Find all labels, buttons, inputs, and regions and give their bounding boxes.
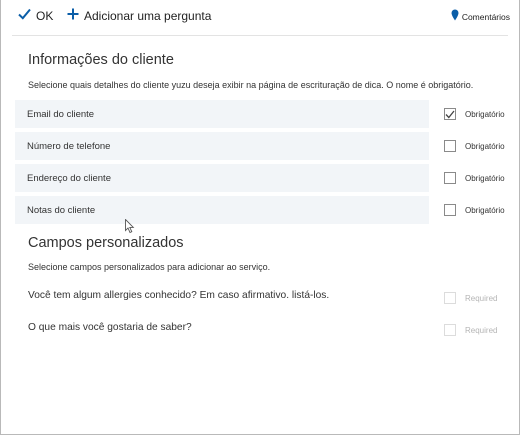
add-question-label: Adicionar uma pergunta [84,9,212,23]
custom-question: Você tem algum allergies conhecido? Em c… [28,290,330,301]
required-checkbox[interactable] [444,292,456,304]
feedback-button[interactable]: Comentários [451,8,510,26]
required-toggle-custom-1[interactable]: Required [444,292,497,304]
toolbar: OK Adicionar uma pergunta Comentários [0,0,520,36]
required-label: Required [465,293,498,303]
required-checkbox[interactable] [444,204,456,216]
field-row-phone[interactable]: Número de telefone [15,132,429,160]
field-label: Número de telefone [27,140,111,152]
toolbar-divider [12,35,508,36]
required-toggle-notes[interactable]: Obrigatório [444,204,505,216]
required-toggle-custom-2[interactable]: Required [444,324,497,336]
field-row-email[interactable]: Email do cliente [15,100,429,128]
customer-info-description: Selecione quais detalhes do cliente yuzu… [28,80,474,90]
required-label: Obrigatório [465,109,505,119]
mouse-cursor-icon [125,218,135,239]
required-checkbox[interactable] [444,140,456,152]
field-row-address[interactable]: Endereço do cliente [15,164,429,192]
custom-fields-description: Selecione campos personalizados para adi… [28,262,271,272]
customer-info-title: Informações do cliente [28,52,174,68]
required-label: Required [465,325,498,335]
required-toggle-email[interactable]: Obrigatório [444,108,505,120]
required-label: Obrigatório [465,205,505,215]
required-checkbox[interactable] [444,172,456,184]
field-label: Notas do cliente [27,204,96,216]
plus-icon [67,7,79,25]
checkmark-icon [18,7,31,25]
field-label: Email do cliente [27,108,95,120]
ok-label: OK [36,9,54,23]
required-label: Obrigatório [465,173,505,183]
field-row-notes[interactable]: Notas do cliente [15,196,429,224]
custom-question: O que mais você gostaria de saber? [28,322,192,333]
required-checkbox[interactable] [444,108,456,120]
required-toggle-phone[interactable]: Obrigatório [444,140,505,152]
required-label: Obrigatório [465,141,505,151]
location-pin-icon [451,8,459,26]
field-label: Endereço do cliente [27,172,111,184]
feedback-label: Comentários [461,12,510,22]
ok-button[interactable]: OK [18,7,53,25]
add-question-button[interactable]: Adicionar uma pergunta [67,7,211,25]
required-toggle-address[interactable]: Obrigatório [444,172,505,184]
checkmark-icon [445,110,455,118]
required-checkbox[interactable] [444,324,456,336]
custom-fields-title: Campos personalizados [28,235,184,251]
